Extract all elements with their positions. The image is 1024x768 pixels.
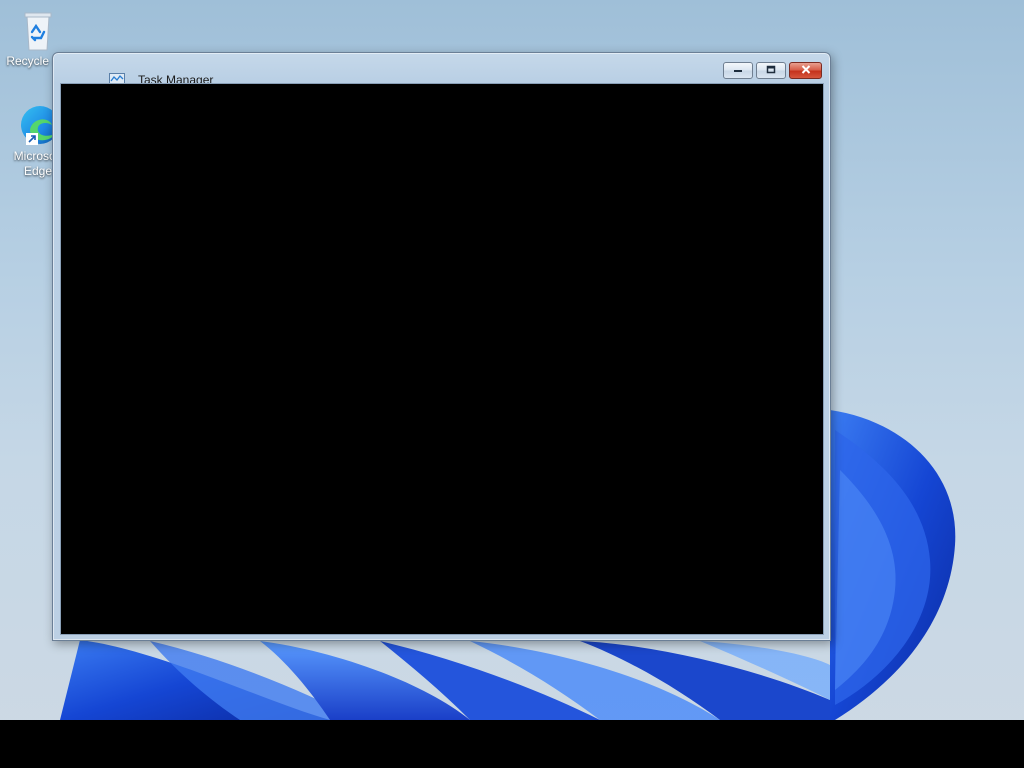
task-manager-window[interactable]: Task Manager	[52, 52, 831, 641]
minimize-button[interactable]	[723, 62, 753, 79]
close-icon	[801, 64, 811, 77]
desktop: Recycle Bin Microsoft Edge Task Manager	[0, 0, 1024, 768]
close-button[interactable]	[789, 62, 822, 79]
caption-buttons	[723, 62, 822, 79]
window-content-area[interactable]	[60, 83, 824, 635]
taskbar[interactable]	[0, 720, 1024, 768]
maximize-icon	[766, 65, 776, 77]
title-bar[interactable]: Task Manager	[53, 53, 830, 87]
maximize-button[interactable]	[756, 62, 786, 79]
recycle-bin-icon	[18, 10, 58, 52]
minimize-icon	[733, 65, 743, 76]
